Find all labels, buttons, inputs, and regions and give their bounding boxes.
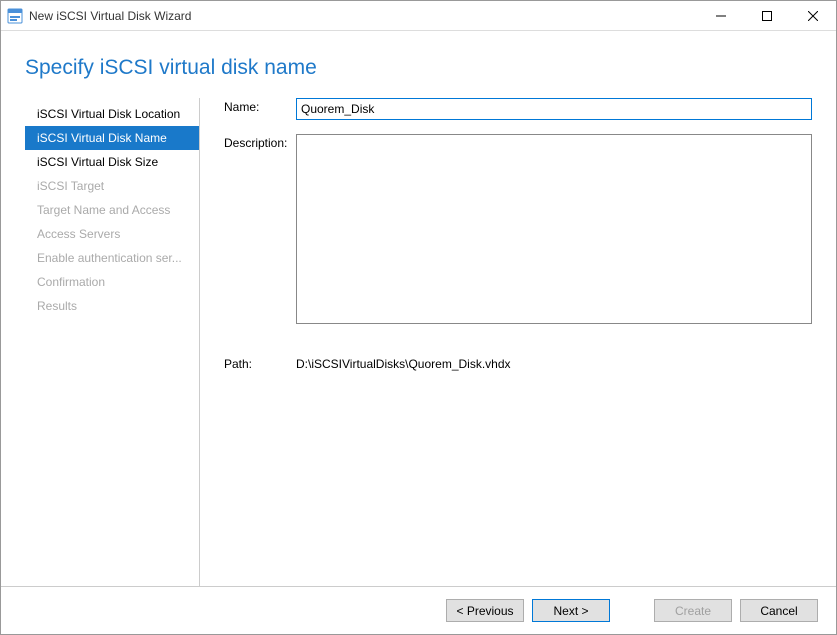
minimize-button[interactable]: [698, 1, 744, 30]
page-heading: Specify iSCSI virtual disk name: [1, 31, 836, 98]
create-button: Create: [654, 599, 732, 622]
description-input[interactable]: [296, 134, 812, 324]
description-row: Description:: [224, 134, 812, 327]
app-icon: [7, 8, 23, 24]
previous-button[interactable]: < Previous: [446, 599, 524, 622]
name-row: Name:: [224, 98, 812, 120]
step-disk-location[interactable]: iSCSI Virtual Disk Location: [25, 102, 199, 126]
step-results: Results: [25, 294, 199, 318]
step-target-name: Target Name and Access: [25, 198, 199, 222]
button-bar: < Previous Next > Create Cancel: [1, 586, 836, 634]
wizard-steps: iSCSI Virtual Disk Location iSCSI Virtua…: [25, 98, 200, 586]
step-disk-name[interactable]: iSCSI Virtual Disk Name: [25, 126, 199, 150]
step-iscsi-target: iSCSI Target: [25, 174, 199, 198]
path-value: D:\iSCSIVirtualDisks\Quorem_Disk.vhdx: [296, 355, 812, 371]
step-confirmation: Confirmation: [25, 270, 199, 294]
name-input[interactable]: [296, 98, 812, 120]
description-label: Description:: [224, 134, 296, 327]
step-authentication: Enable authentication ser...: [25, 246, 199, 270]
name-label: Name:: [224, 98, 296, 120]
path-label: Path:: [224, 355, 296, 371]
maximize-button[interactable]: [744, 1, 790, 30]
window-title: New iSCSI Virtual Disk Wizard: [29, 9, 698, 23]
close-button[interactable]: [790, 1, 836, 30]
cancel-button[interactable]: Cancel: [740, 599, 818, 622]
content-area: iSCSI Virtual Disk Location iSCSI Virtua…: [1, 98, 836, 586]
titlebar: New iSCSI Virtual Disk Wizard: [1, 1, 836, 31]
form-area: Name: Description: Path: D:\iSCSIVirtual…: [200, 98, 812, 586]
step-disk-size[interactable]: iSCSI Virtual Disk Size: [25, 150, 199, 174]
path-row: Path: D:\iSCSIVirtualDisks\Quorem_Disk.v…: [224, 355, 812, 371]
step-access-servers: Access Servers: [25, 222, 199, 246]
next-button[interactable]: Next >: [532, 599, 610, 622]
window-controls: [698, 1, 836, 30]
